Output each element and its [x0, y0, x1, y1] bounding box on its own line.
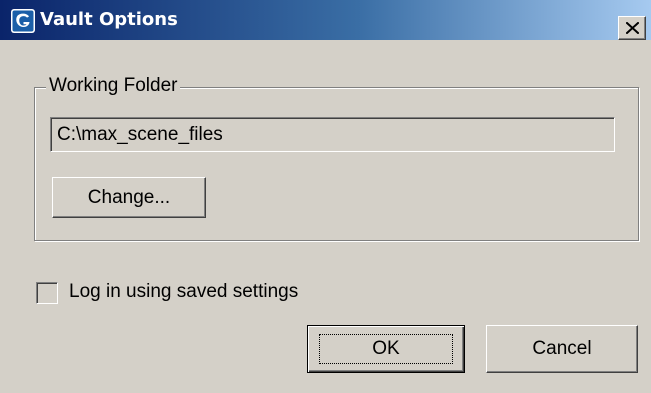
ok-button[interactable]: OK [307, 325, 465, 373]
ok-button-label: OK [372, 338, 400, 359]
working-folder-label: Working Folder [46, 73, 181, 99]
3ds-max-app-icon [11, 9, 35, 33]
window-title: Vault Options [40, 9, 178, 30]
vault-options-dialog: Vault Options Working Folder C:\max_scen… [0, 0, 651, 393]
working-folder-path-field[interactable]: C:\max_scene_files [50, 117, 615, 152]
saved-settings-checkbox[interactable] [36, 282, 58, 304]
cancel-button[interactable]: Cancel [486, 325, 638, 373]
close-icon [626, 22, 639, 34]
title-bar[interactable]: Vault Options [0, 0, 651, 40]
close-button[interactable] [618, 16, 646, 40]
change-folder-button[interactable]: Change... [52, 177, 206, 218]
saved-settings-checkbox-label[interactable]: Log in using saved settings [69, 279, 298, 305]
